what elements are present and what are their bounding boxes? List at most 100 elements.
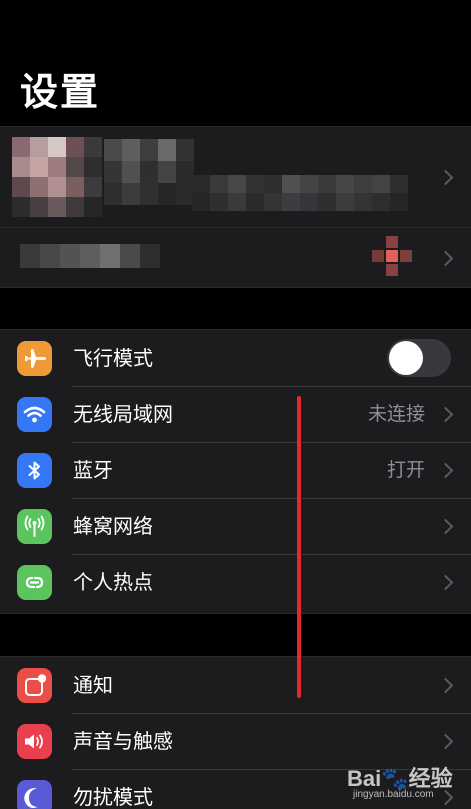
mosaic-cell [158,139,176,161]
mosaic-cell [372,193,390,211]
wifi-icon [17,397,52,432]
wifi-status: 未连接 [367,403,425,425]
mosaic-cell [20,244,40,268]
mosaic-cell [12,137,30,157]
mosaic-cell [336,193,354,211]
bluetooth-icon [17,453,52,488]
mosaic-cell [48,157,66,177]
hotspot-label: 个人热点 [73,570,153,594]
mosaic-cell [30,177,48,197]
mosaic-cell [386,264,398,276]
mosaic-cell [60,244,80,268]
mosaic-cell [122,139,140,161]
chevron-right-icon [437,733,454,750]
mosaic-cell [140,244,160,268]
mosaic-cell [66,177,84,197]
mosaic-cell [12,177,30,197]
mosaic-cell [40,244,60,268]
speaker-icon [17,724,52,759]
mosaic-cell [158,161,176,183]
notifications-label: 通知 [73,673,113,697]
mosaic-cell [140,183,158,205]
mosaic-cell [104,183,122,205]
airplane-icon [17,341,52,376]
bluetooth-row[interactable]: 蓝牙 打开 [0,442,471,498]
mosaic-cell [210,175,228,193]
mosaic-cell [228,193,246,211]
mosaic-cell [48,177,66,197]
do-not-disturb-label: 勿扰模式 [73,785,153,809]
mosaic-cell [386,236,398,248]
mosaic-cell [300,193,318,211]
baidu-jingyan-watermark: Bai🐾经验 jingyan.baidu.com [347,761,467,805]
mosaic-cell [354,193,372,211]
mosaic-cell [84,137,102,157]
mosaic-cell [192,193,210,211]
mosaic-cell [66,137,84,157]
notifications-row[interactable]: 通知 [0,657,471,713]
toggle-knob [389,341,423,375]
mosaic-cell [228,175,246,193]
sounds-label: 声音与触感 [73,729,173,753]
mosaic-cell [48,137,66,157]
avatar [12,137,102,217]
mosaic-cell [372,175,390,193]
bluetooth-status: 打开 [386,459,425,481]
account-id-obscured [192,175,410,211]
chevron-right-icon [437,406,454,423]
mosaic-cell [390,193,408,211]
mosaic-cell [140,139,158,161]
badge-obscured [372,236,412,276]
mosaic-cell [12,197,30,217]
mosaic-cell [282,175,300,193]
mosaic-cell [264,193,282,211]
mosaic-cell [122,161,140,183]
mosaic-cell [84,197,102,217]
airplane-mode-label: 飞行模式 [73,346,153,370]
airplane-mode-toggle[interactable] [387,339,451,377]
mosaic-cell [176,139,194,161]
settings-screen: 设置 飞行模式 无线局域网 未连接 蓝牙 打开 蜂窝网络 个人热点 通知 声音与… [0,0,471,809]
mosaic-cell [300,175,318,193]
mosaic-cell [100,244,120,268]
wifi-label: 无线局域网 [73,402,173,426]
mosaic-cell [66,157,84,177]
annotation-line [297,396,301,698]
mosaic-cell [30,197,48,217]
mosaic-cell [264,175,282,193]
mosaic-cell [80,244,100,268]
cellular-row[interactable]: 蜂窝网络 [0,498,471,554]
mosaic-cell [354,175,372,193]
connectivity-group: 飞行模式 无线局域网 未连接 蓝牙 打开 蜂窝网络 个人热点 [0,329,471,614]
airplane-mode-row: 飞行模式 [0,330,471,386]
chevron-right-icon [437,250,454,267]
bluetooth-label: 蓝牙 [73,458,113,482]
mosaic-cell [372,250,384,262]
chevron-right-icon [437,574,454,591]
watermark-url: jingyan.baidu.com [353,789,434,800]
moon-icon [17,780,52,809]
chevron-right-icon [437,518,454,535]
mosaic-cell [30,157,48,177]
wifi-row[interactable]: 无线局域网 未连接 [0,386,471,442]
account-suggestion-row[interactable] [0,228,471,287]
mosaic-cell [48,197,66,217]
chevron-right-icon [437,677,454,694]
mosaic-cell [400,250,412,262]
mosaic-cell [104,161,122,183]
mosaic-cell [336,175,354,193]
notification-icon [17,668,52,703]
mosaic-cell [84,157,102,177]
mosaic-cell [390,175,408,193]
chevron-right-icon [437,169,454,186]
mosaic-cell [386,250,398,262]
apple-id-row[interactable] [0,127,471,227]
mosaic-cell [140,161,158,183]
hotspot-link-icon [17,565,52,600]
account-name-obscured [104,139,194,205]
suggestion-text-obscured [20,244,160,268]
mosaic-cell [282,193,300,211]
hotspot-row[interactable]: 个人热点 [0,554,471,610]
chevron-right-icon [437,462,454,479]
account-group [0,126,471,288]
